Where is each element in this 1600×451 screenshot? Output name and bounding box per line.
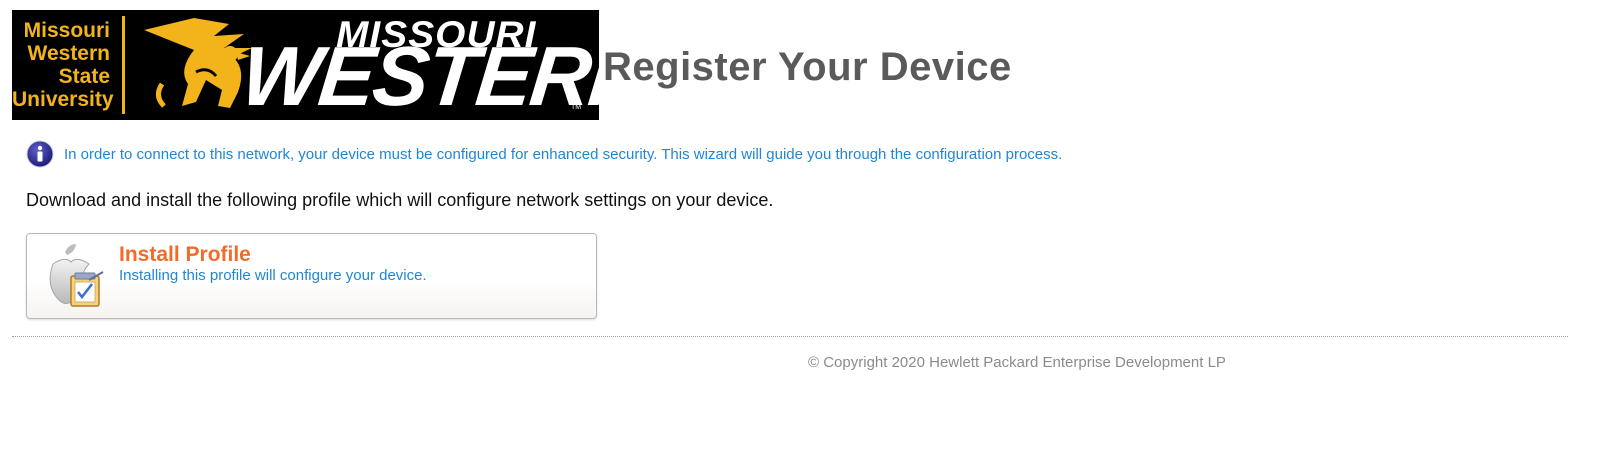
logo-wordmark-main: WESTERN: [237, 29, 599, 120]
info-icon: [26, 140, 54, 168]
logo-line: State: [58, 65, 110, 88]
logo-line: University: [12, 88, 114, 111]
info-text: In order to connect to this network, you…: [64, 145, 1063, 163]
apple-profile-icon: [49, 244, 104, 307]
install-profile-title: Install Profile: [119, 243, 251, 266]
info-message: In order to connect to this network, you…: [26, 140, 1062, 168]
logo-line: Missouri: [23, 19, 110, 42]
install-profile-description: Installing this profile will configure y…: [119, 267, 427, 284]
copyright-text: © Copyright 2020 Hewlett Packard Enterpr…: [808, 354, 1226, 371]
logo-university-name: Missouri Western State University: [12, 10, 118, 120]
logo-trademark: TM: [571, 104, 582, 111]
logo-divider: [122, 16, 125, 114]
instruction-text: Download and install the following profi…: [26, 190, 774, 210]
install-profile-button[interactable]: Install Profile Installing this profile …: [26, 233, 597, 319]
header: Missouri Western State University MISSOU…: [12, 10, 1572, 120]
footer-divider: [12, 336, 1568, 337]
university-logo: Missouri Western State University MISSOU…: [12, 10, 599, 120]
page-title: Register Your Device: [603, 45, 1012, 89]
logo-line: Western: [27, 42, 110, 65]
